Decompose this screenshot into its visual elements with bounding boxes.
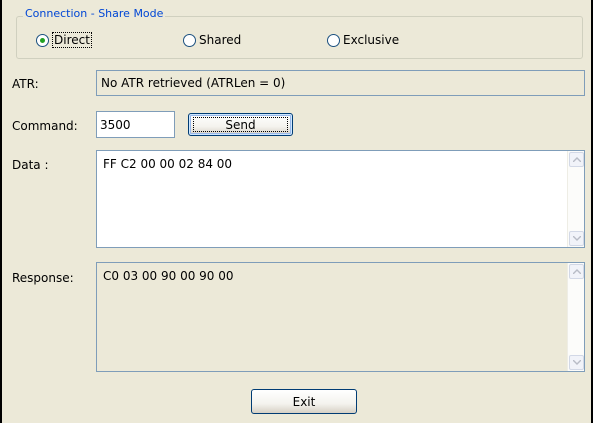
exit-button[interactable]: Exit: [251, 389, 357, 414]
scroll-up-arrow-icon[interactable]: [569, 264, 584, 279]
radio-selected-dot: [40, 37, 45, 43]
exit-button-label: Exit: [292, 394, 316, 409]
response-scrollbar[interactable]: [567, 263, 584, 371]
radio-exclusive-label: Exclusive: [343, 33, 400, 47]
scroll-up-arrow-icon[interactable]: [569, 152, 584, 167]
atr-field: No ATR retrieved (ATRLen = 0): [96, 70, 585, 96]
dialog-window: Connection - Share Mode Direct Shared Ex…: [0, 0, 593, 423]
radio-direct[interactable]: Direct: [36, 32, 92, 48]
scroll-down-arrow-icon[interactable]: [569, 355, 584, 370]
radio-exclusive[interactable]: Exclusive: [327, 32, 399, 48]
command-input[interactable]: [96, 111, 175, 138]
send-button-label: Send: [225, 117, 256, 132]
radio-shared[interactable]: Shared: [183, 32, 241, 48]
radio-shared-circle[interactable]: [183, 33, 196, 47]
data-scrollbar[interactable]: [567, 151, 584, 247]
connection-share-mode-group: [16, 16, 583, 59]
command-label: Command:: [12, 119, 78, 133]
response-text: C0 03 00 90 00 90 00: [103, 269, 234, 283]
group-title: Connection - Share Mode: [23, 7, 166, 21]
radio-shared-label: Shared: [199, 33, 242, 47]
response-label: Response:: [12, 271, 74, 285]
radio-direct-circle[interactable]: [36, 33, 49, 47]
scroll-down-arrow-icon[interactable]: [569, 231, 584, 246]
response-textarea[interactable]: C0 03 00 90 00 90 00: [96, 262, 585, 372]
radio-direct-label: Direct: [52, 32, 92, 48]
data-label: Data :: [12, 158, 49, 172]
radio-exclusive-circle[interactable]: [327, 33, 340, 47]
atr-label: ATR:: [12, 77, 39, 91]
send-button[interactable]: Send: [188, 113, 293, 136]
data-text: FF C2 00 00 02 84 00: [103, 157, 233, 171]
data-textarea[interactable]: FF C2 00 00 02 84 00: [96, 150, 585, 248]
